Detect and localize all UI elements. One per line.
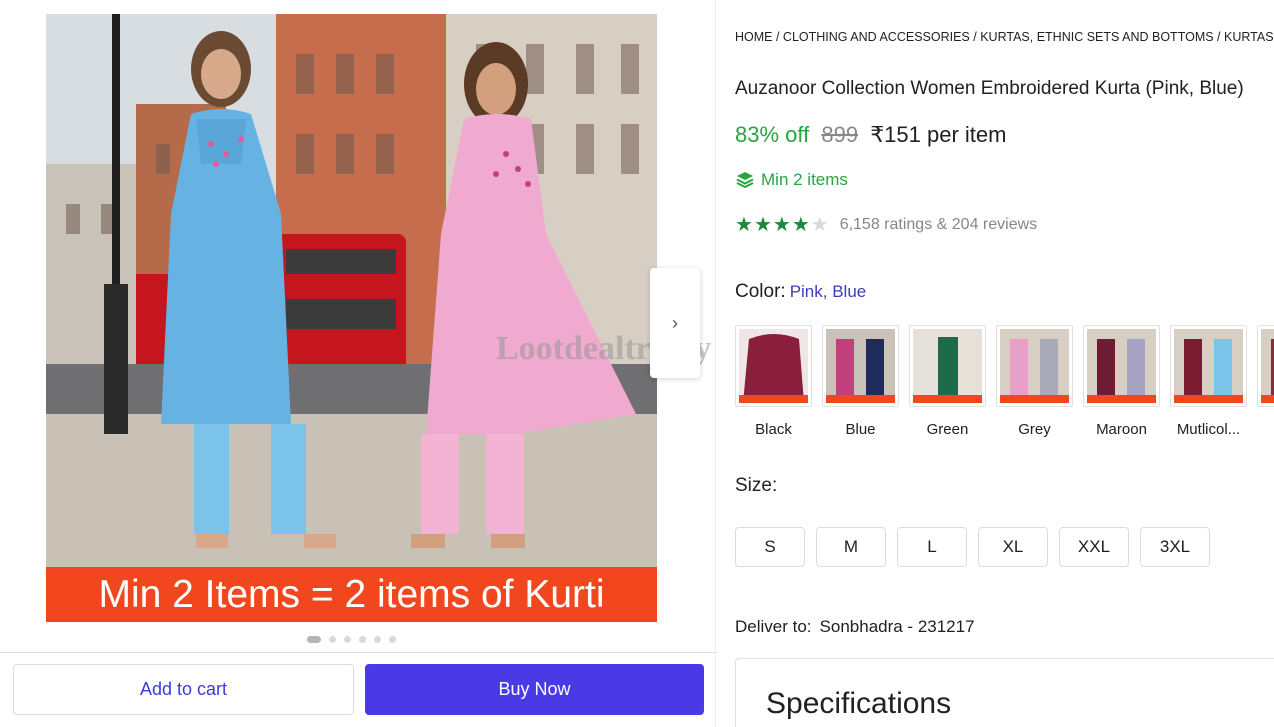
color-label: Color: [735, 281, 786, 302]
color-heading: Color: Pink, Blue [735, 281, 866, 303]
carousel-dot[interactable] [329, 636, 336, 643]
ratings-count: 6,158 ratings [839, 215, 933, 233]
breadcrumb-kurtas-ethnic[interactable]: KURTAS, ETHNIC SETS AND BOTTOMS [980, 30, 1213, 44]
color-option-green[interactable]: Green [909, 325, 986, 438]
swatch-thumbnail [735, 325, 812, 407]
size-option-xl[interactable]: XL [978, 527, 1048, 567]
color-option-maroon[interactable]: Maroon [1083, 325, 1160, 438]
swatch-label: M [1257, 421, 1274, 438]
star-icon: ★ [772, 214, 792, 236]
size-option-3xl[interactable]: 3XL [1140, 527, 1210, 567]
image-gallery: Min 2 Items = 2 items of Kurti Lootdealt… [0, 0, 716, 727]
size-option-m[interactable]: M [816, 527, 886, 567]
next-image-button[interactable]: › [650, 268, 700, 378]
breadcrumb-clothing[interactable]: CLOTHING AND ACCESSORIES [783, 30, 970, 44]
star-rating: ★★★★★ [735, 212, 830, 237]
swatch-thumbnail [1083, 325, 1160, 407]
product-page: Min 2 Items = 2 items of Kurti Lootdealt… [0, 0, 1274, 727]
size-option-xxl[interactable]: XXL [1059, 527, 1129, 567]
swatch-thumbnail [1170, 325, 1247, 407]
breadcrumb-home[interactable]: HOME [735, 30, 773, 44]
buy-now-button[interactable]: Buy Now [365, 664, 704, 715]
add-to-cart-button[interactable]: Add to cart [13, 664, 354, 715]
layers-icon [736, 172, 754, 189]
delivery-row[interactable]: Deliver to: Sonbhadra - 231217 [735, 617, 975, 637]
color-option-more[interactable]: M [1257, 325, 1274, 438]
swatch-label: Black [755, 421, 792, 438]
star-icon: ★ [735, 214, 754, 236]
color-option-blue[interactable]: Blue [822, 325, 899, 438]
carousel-dot[interactable] [389, 636, 396, 643]
chevron-right-icon: › [672, 312, 678, 333]
mrp-price: 899 [821, 122, 859, 147]
offer-banner: Min 2 Items = 2 items of Kurti [46, 567, 657, 622]
product-title: Auzanoor Collection Women Embroidered Ku… [735, 78, 1244, 99]
deliver-label: Deliver to: [735, 617, 812, 636]
reviews-count: & 204 reviews [936, 215, 1038, 233]
action-bar: Add to cart Buy Now [0, 652, 716, 727]
swatch-label: Grey [1018, 421, 1051, 438]
product-details: HOME / CLOTHING AND ACCESSORIES / KURTAS… [735, 0, 1274, 727]
star-icon: ★ [791, 214, 811, 236]
color-option-black[interactable]: Black [735, 325, 812, 438]
product-image[interactable]: Min 2 Items = 2 items of Kurti [46, 14, 657, 622]
swatch-label: Green [926, 421, 969, 438]
swatch-label: Mutlicol... [1176, 421, 1241, 438]
swatch-thumbnail [822, 325, 899, 407]
color-option-multicolor[interactable]: Mutlicol... [1170, 325, 1247, 438]
price-row: 83% off 899 ₹151 per item [735, 122, 1006, 148]
discount-percent: 83% off [735, 122, 810, 147]
carousel-dots [307, 636, 396, 643]
carousel-dot[interactable] [359, 636, 366, 643]
breadcrumb: HOME / CLOTHING AND ACCESSORIES / KURTAS… [735, 30, 1274, 44]
carousel-dot[interactable] [307, 636, 321, 643]
color-swatches: Black Blue Green Grey Maroon Mutlicol... [735, 325, 1274, 438]
color-option-grey[interactable]: Grey [996, 325, 1073, 438]
size-heading: Size: [735, 475, 778, 496]
min-items-info: Min 2 items [735, 170, 848, 190]
swatch-thumbnail [996, 325, 1073, 407]
star-icon: ★ [753, 214, 773, 236]
swatch-label: Maroon [1096, 421, 1147, 438]
rating-row[interactable]: ★★★★★ 6,158 ratings & 204 reviews [735, 212, 1037, 237]
product-photo [46, 14, 657, 567]
carousel-dot[interactable] [344, 636, 351, 643]
star-empty-icon: ★ [810, 214, 830, 236]
size-option-s[interactable]: S [735, 527, 805, 567]
carousel-dot[interactable] [374, 636, 381, 643]
specifications-panel: Specifications [735, 658, 1274, 727]
selling-price: ₹151 per item [870, 122, 1007, 147]
delivery-location: Sonbhadra - 231217 [819, 617, 975, 636]
size-option-l[interactable]: L [897, 527, 967, 567]
size-options: S M L XL XXL 3XL [735, 527, 1210, 567]
swatch-thumbnail [1257, 325, 1274, 407]
min-items-text: Min 2 items [761, 170, 848, 189]
selected-color: Pink, Blue [789, 282, 867, 301]
breadcrumb-kurtas[interactable]: KURTAS [1224, 30, 1274, 44]
swatch-label: Blue [845, 421, 876, 438]
specifications-title: Specifications [766, 687, 952, 720]
swatch-thumbnail [909, 325, 986, 407]
